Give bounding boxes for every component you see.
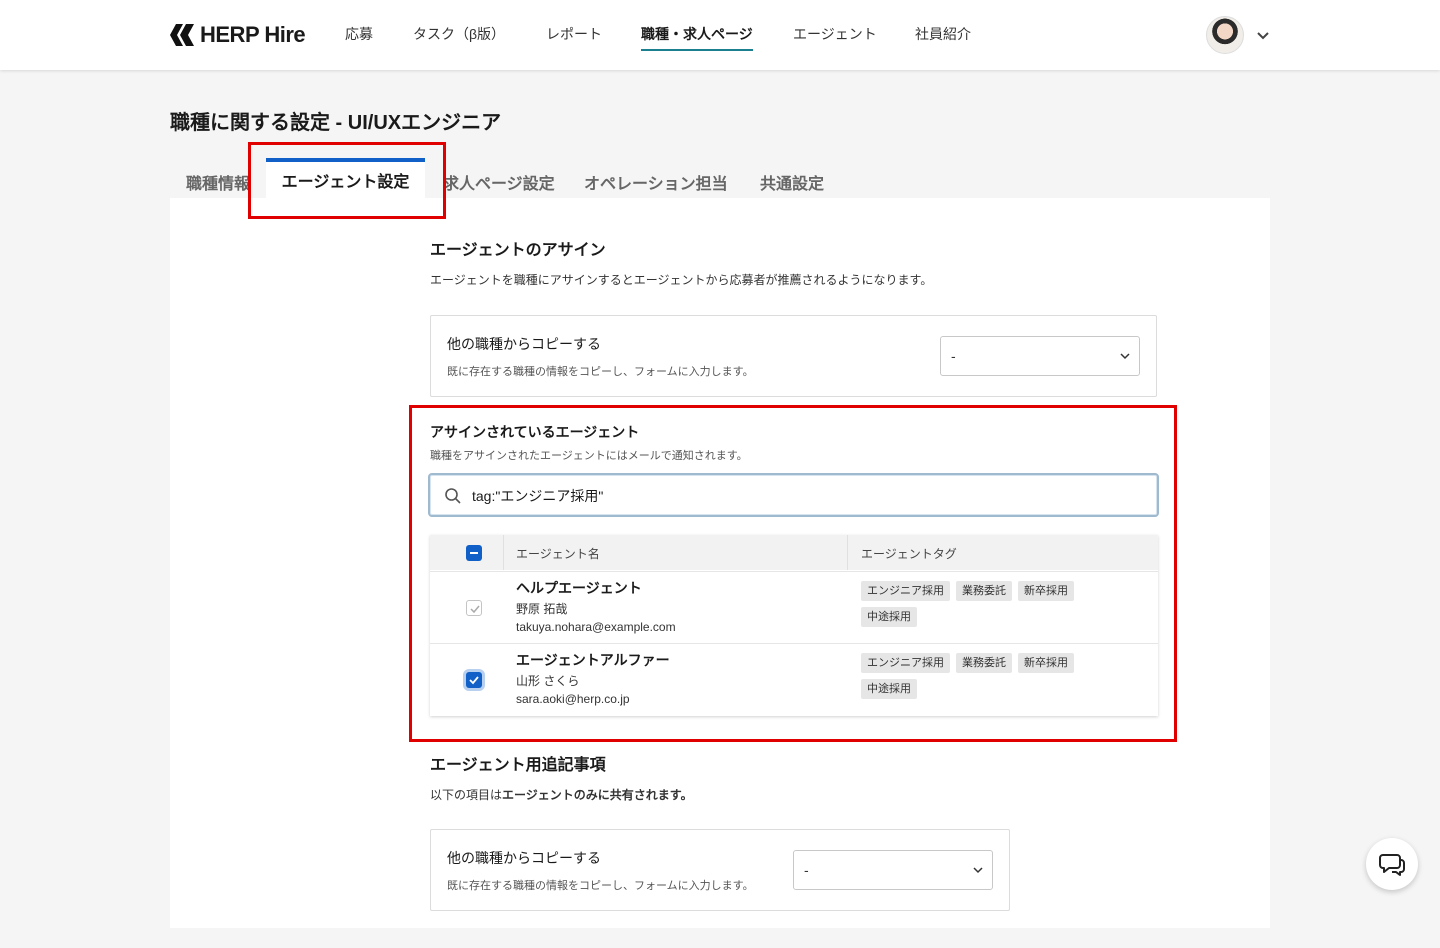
search-icon [445, 488, 461, 504]
agent-email: takuya.nohara@example.com [516, 620, 676, 634]
avatar[interactable] [1206, 16, 1244, 54]
agent-row-checkbox[interactable] [466, 600, 482, 616]
chevron-down-icon[interactable] [1256, 28, 1270, 42]
copy-job-select-notes[interactable]: - [793, 850, 993, 890]
nav-item-agents[interactable]: エージェント [793, 24, 877, 49]
agent-tag: 中途採用 [861, 607, 917, 627]
tab-job-page-settings[interactable]: 求人ページ設定 [443, 170, 555, 194]
user-menu[interactable] [1206, 16, 1270, 54]
column-divider [847, 535, 848, 570]
tab-job-info[interactable]: 職種情報 [186, 170, 250, 194]
copy-title: 他の職種からコピーする [447, 336, 601, 352]
copy-subtitle: 既に存在する職種の情報をコピーし、フォームに入力します。 [447, 366, 754, 378]
agent-tag: エンジニア採用 [861, 581, 950, 601]
top-navigation-bar: HERP Hire 応募 タスク（β版） レポート 職種・求人ページ エージェン… [0, 0, 1440, 70]
agent-tags: エンジニア採用 業務委託 新卒採用 中途採用 [861, 581, 1111, 627]
agent-notes-description: 以下の項目はエージェントのみに共有されます。 [430, 786, 693, 803]
page-title: 職種に関する設定 - UI/UXエンジニア [170, 112, 502, 134]
table-header: エージェント名 エージェントタグ [430, 535, 1158, 570]
agent-tag: 業務委託 [956, 653, 1012, 673]
tab-agent-settings[interactable]: エージェント設定 [266, 158, 425, 198]
copy-title: 他の職種からコピーする [447, 850, 601, 866]
chevron-down-icon [973, 867, 983, 874]
agent-email: sara.aoki@herp.co.jp [516, 692, 630, 706]
column-header-agent-name: エージェント名 [516, 547, 600, 561]
nav-item-tasks[interactable]: タスク（β版） [413, 24, 505, 49]
chat-icon [1379, 854, 1405, 876]
tab-operation-owner[interactable]: オペレーション担当 [584, 170, 728, 194]
herp-logo[interactable]: HERP Hire [170, 22, 306, 48]
agent-tag: 中途採用 [861, 679, 917, 699]
chat-support-button[interactable] [1366, 838, 1418, 890]
agent-tag: 業務委託 [956, 581, 1012, 601]
column-header-agent-tags: エージェントタグ [861, 547, 957, 561]
copy-job-select-value: - [804, 862, 809, 878]
agent-table: エージェント名 エージェントタグ ヘルプエージェント 野原 拓哉 takuya.… [430, 535, 1158, 716]
copy-from-job-box-notes: 他の職種からコピーする 既に存在する職種の情報をコピーし、フォームに入力します。… [430, 829, 1010, 911]
agent-name: エージェントアルファー [516, 652, 670, 668]
agent-search-input[interactable] [470, 483, 1134, 509]
agent-tag: エンジニア採用 [861, 653, 950, 673]
agent-person: 野原 拓哉 [516, 602, 568, 616]
select-all-checkbox[interactable] [466, 545, 482, 561]
copy-job-select-value: - [951, 348, 956, 364]
agent-person: 山形 さくら [516, 674, 580, 688]
table-row: ヘルプエージェント 野原 拓哉 takuya.nohara@example.co… [430, 571, 1158, 643]
check-icon [470, 605, 480, 614]
check-icon [469, 676, 479, 685]
agent-tags: エンジニア採用 業務委託 新卒採用 中途採用 [861, 653, 1111, 699]
table-row: エージェントアルファー 山形 さくら sara.aoki@herp.co.jp … [430, 643, 1158, 715]
nav-item-jobs[interactable]: 職種・求人ページ [641, 24, 753, 51]
assign-description: エージェントを職種にアサインするとエージェントから応募者が推薦されるようになりま… [430, 273, 933, 287]
logo-text: HERP Hire [200, 22, 306, 47]
agent-name: ヘルプエージェント [516, 580, 642, 596]
agent-tag: 新卒採用 [1018, 581, 1074, 601]
herp-logo-icon [170, 24, 194, 46]
assign-heading: エージェントのアサイン [430, 242, 606, 259]
copy-job-select[interactable]: - [940, 336, 1140, 376]
agent-notes-description-text: 以下の項目は [430, 788, 503, 802]
tab-common-settings[interactable]: 共通設定 [760, 170, 824, 194]
nav-item-applications[interactable]: 応募 [345, 24, 373, 49]
assigned-agents-subtitle: 職種をアサインされたエージェントにはメールで通知されます。 [430, 450, 748, 462]
agent-notes-heading: エージェント用追記事項 [430, 757, 606, 774]
agent-notes-description-bold: エージェントのみに共有されます。 [502, 788, 693, 802]
copy-subtitle: 既に存在する職種の情報をコピーし、フォームに入力します。 [447, 880, 754, 892]
tab-agent-settings-label: エージェント設定 [281, 174, 410, 191]
nav-item-referrals[interactable]: 社員紹介 [915, 24, 971, 49]
nav-item-reports[interactable]: レポート [546, 24, 602, 49]
agent-search-box [428, 473, 1159, 517]
assigned-agents-title: アサインされているエージェント [430, 424, 640, 440]
copy-from-job-box: 他の職種からコピーする 既に存在する職種の情報をコピーし、フォームに入力します。… [430, 315, 1157, 397]
agent-tag: 新卒採用 [1018, 653, 1074, 673]
column-divider [503, 535, 504, 570]
agent-row-checkbox[interactable] [466, 672, 482, 688]
chevron-down-icon [1120, 353, 1130, 360]
